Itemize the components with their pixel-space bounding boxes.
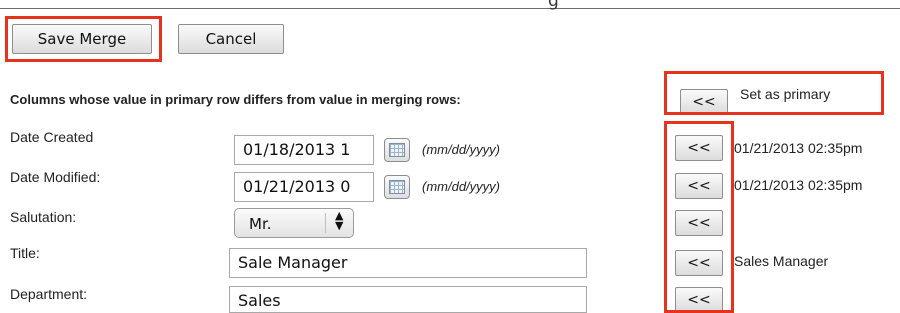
- date-format-hint: (mm/dd/yyyy): [422, 179, 500, 194]
- field-label-title: Title:: [10, 245, 40, 261]
- set-primary-button[interactable]: <<: [680, 89, 728, 115]
- calendar-icon[interactable]: [384, 175, 410, 199]
- field-label-date-modified: Date Modified:: [10, 169, 101, 185]
- page-title-fragment: g: [548, 0, 559, 11]
- field-label-salutation: Salutation:: [10, 209, 77, 225]
- select-divider: [325, 213, 326, 233]
- merge-button-department[interactable]: <<: [675, 287, 723, 313]
- merge-button-date-created[interactable]: <<: [675, 135, 723, 161]
- merge-value-date-created: 01/21/2013 02:35pm: [734, 140, 863, 156]
- merge-value-date-modified: 01/21/2013 02:35pm: [734, 177, 863, 193]
- department-input[interactable]: Sales: [229, 286, 587, 313]
- salutation-selected-value: Mr.: [249, 215, 272, 233]
- field-label-department: Department:: [10, 286, 88, 302]
- date-format-hint: (mm/dd/yyyy): [422, 142, 500, 157]
- merge-button-title[interactable]: <<: [675, 250, 723, 276]
- top-divider: [0, 0, 900, 9]
- merge-value-title: Sales Manager: [734, 253, 829, 269]
- save-merge-button[interactable]: Save Merge: [12, 24, 152, 54]
- date-created-input[interactable]: 01/18/2013 1: [234, 135, 374, 165]
- title-input[interactable]: Sale Manager: [229, 248, 587, 278]
- merge-button-date-modified[interactable]: <<: [675, 173, 723, 199]
- cancel-button[interactable]: Cancel: [178, 24, 284, 54]
- date-modified-input[interactable]: 01/21/2013 0: [234, 172, 374, 202]
- set-primary-label: Set as primary: [740, 86, 831, 102]
- section-heading: Columns whose value in primary row diffe…: [10, 92, 461, 107]
- field-label-date-created: Date Created: [10, 129, 94, 145]
- calendar-icon[interactable]: [384, 138, 410, 162]
- merge-button-salutation[interactable]: <<: [675, 210, 723, 236]
- up-down-arrows-icon: ▲ ▼: [335, 209, 344, 232]
- salutation-select[interactable]: Mr. ▲ ▼: [234, 208, 354, 238]
